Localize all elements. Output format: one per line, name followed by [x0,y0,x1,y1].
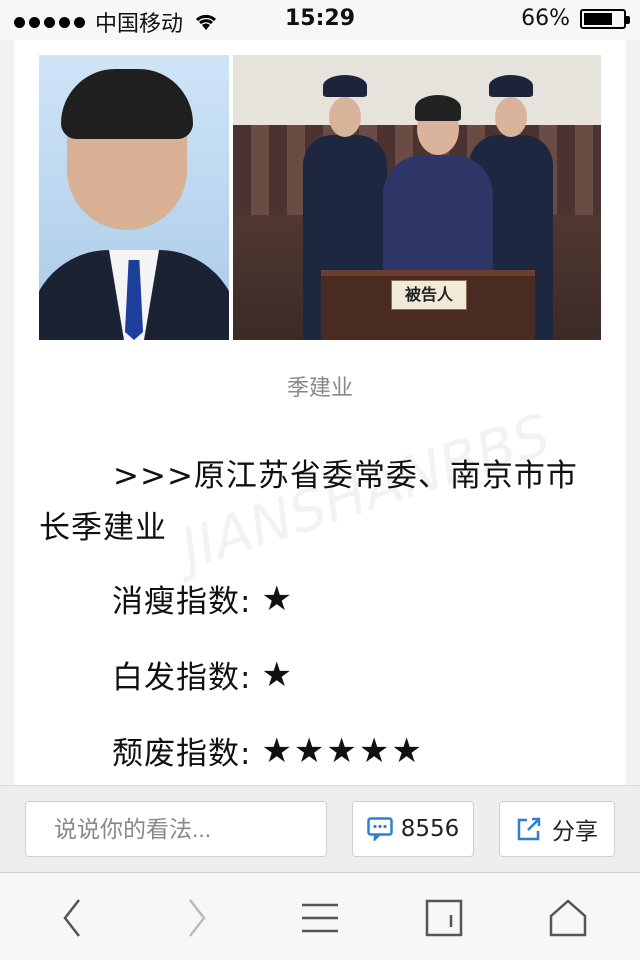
home-button[interactable] [538,893,598,943]
share-icon [517,817,541,841]
portrait-photo [39,55,229,340]
comment-count: 8556 [400,816,460,842]
comment-bar: 说说你的看法... 8556 分享 [0,785,640,872]
comment-icon [366,817,393,841]
menu-button[interactable] [290,893,350,943]
star-icon: ★ [261,578,294,619]
back-icon [63,899,80,937]
rating-label: 白发指数: [112,660,252,696]
article-content: 被告人 季建业 JIANSHANBBS >>>原江苏省委常委、南京市市长季建业 … [14,40,626,785]
courtroom-photo: 被告人 [233,55,601,340]
tabs-icon [425,899,463,937]
rating-label: 消瘦指数: [112,584,252,620]
forward-icon [189,899,206,937]
back-button[interactable] [43,893,103,943]
rating-white-hair: 白发指数: ★ [112,652,294,697]
photo-caption: 季建业 [286,376,353,401]
article-headline: >>>原江苏省委常委、南京市市长季建业 [39,458,578,546]
rating-decadence: 颓废指数: ★★★★★ [112,728,424,773]
status-right: 66% [521,6,630,31]
rating-thinness: 消瘦指数: ★ [112,576,294,621]
battery-icon [580,8,630,29]
forward-button[interactable] [166,893,226,943]
share-button[interactable]: 分享 [499,801,615,857]
star-icon: ★★★★★ [261,730,424,771]
tabs-button[interactable] [414,893,474,943]
comments-button[interactable]: 8556 [352,801,474,857]
defendant-plate: 被告人 [391,280,467,310]
status-bar: 中国移动 15:29 66% [0,0,640,40]
rating-label: 颓废指数: [112,736,252,772]
home-icon [549,899,587,937]
browser-toolbar [0,872,640,960]
menu-icon [302,903,338,933]
share-label: 分享 [552,819,598,845]
comment-input[interactable]: 说说你的看法... [25,801,327,857]
news-photo: 被告人 [39,55,601,340]
battery-percent: 66% [521,6,570,31]
star-icon: ★ [261,654,294,695]
